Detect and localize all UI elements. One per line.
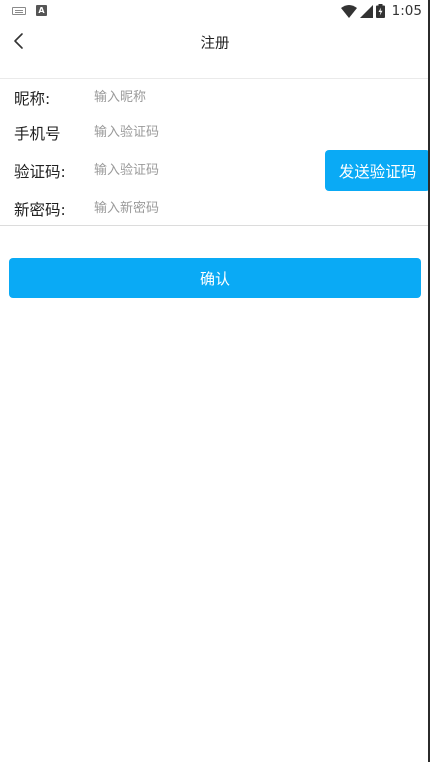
a-notification-icon: A bbox=[36, 5, 47, 16]
code-label: 验证码: bbox=[14, 163, 66, 181]
code-input[interactable] bbox=[92, 158, 316, 182]
form-divider bbox=[0, 225, 430, 226]
nickname-row: 昵称: bbox=[0, 82, 430, 112]
status-bar: A 1:05 bbox=[0, 0, 430, 24]
new-password-input[interactable] bbox=[92, 196, 316, 220]
new-password-row: 新密码: bbox=[0, 193, 430, 223]
status-bar-left: A bbox=[12, 5, 47, 16]
header-divider bbox=[0, 78, 430, 79]
phone-row: 手机号 bbox=[0, 117, 430, 147]
send-code-button[interactable]: 发送验证码 bbox=[325, 150, 430, 191]
page-title: 注册 bbox=[200, 36, 230, 52]
battery-icon bbox=[375, 4, 385, 18]
phone-input[interactable] bbox=[92, 120, 316, 144]
new-password-label: 新密码: bbox=[14, 201, 66, 219]
status-time: 1:05 bbox=[391, 3, 422, 19]
phone-label: 手机号 bbox=[14, 125, 61, 143]
nickname-label: 昵称: bbox=[14, 90, 51, 108]
keyboard-icon bbox=[12, 6, 26, 15]
signal-icon bbox=[359, 4, 373, 18]
confirm-button[interactable]: 确认 bbox=[9, 258, 421, 298]
status-bar-right: 1:05 bbox=[340, 3, 422, 19]
app-header: 注册 bbox=[0, 24, 430, 60]
nickname-input[interactable] bbox=[92, 85, 316, 109]
wifi-icon bbox=[340, 4, 357, 18]
